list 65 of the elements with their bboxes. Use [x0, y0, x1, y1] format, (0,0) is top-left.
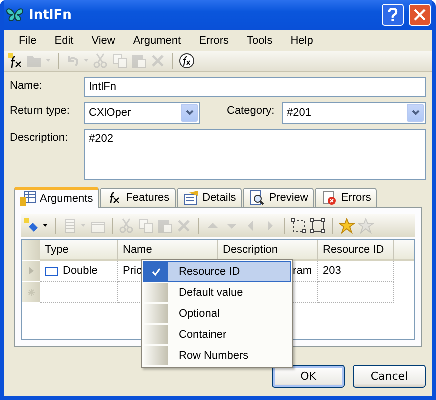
- description-field[interactable]: #202: [84, 129, 426, 180]
- return-type-dropdown[interactable]: CXlOper: [84, 102, 200, 124]
- add-item-icon[interactable]: [24, 218, 40, 234]
- field-label: Description:: [10, 131, 70, 144]
- menu-item[interactable]: Argument: [124, 33, 190, 49]
- dialog-button[interactable]: OK: [272, 365, 345, 388]
- name-field[interactable]: IntlFn: [84, 77, 426, 97]
- magnifier-icon: [249, 190, 266, 206]
- menu-item[interactable]: Errors: [190, 33, 238, 49]
- error-icon: [321, 190, 338, 206]
- dialog-button[interactable]: Cancel: [353, 365, 426, 388]
- tab-label: Details: [202, 192, 236, 204]
- menu-item[interactable]: Edit: [46, 33, 83, 49]
- menu-item[interactable]: Container: [143, 324, 291, 345]
- rectangle-icon: [45, 266, 58, 276]
- header-filler: [394, 240, 414, 261]
- window-title: IntlFn: [29, 8, 73, 22]
- tab[interactable]: Errors: [315, 188, 378, 207]
- field-label: Category:: [226, 104, 276, 117]
- question-icon: [388, 8, 398, 22]
- field-label: Name:: [10, 79, 44, 92]
- butterfly-icon: [6, 7, 24, 23]
- ungroup-icon[interactable]: [310, 218, 326, 234]
- column-header[interactable]: Description: [218, 240, 318, 261]
- menu-item[interactable]: View: [82, 33, 124, 49]
- menu-item[interactable]: Tools: [238, 33, 282, 49]
- menu-item[interactable]: Optional: [143, 303, 291, 324]
- menu-item[interactable]: Resource ID: [143, 261, 291, 282]
- tab[interactable]: Arguments: [14, 187, 100, 208]
- new-function-icon[interactable]: [8, 53, 24, 69]
- menu-item[interactable]: Help: [282, 33, 322, 49]
- details-icon: [182, 190, 199, 206]
- column-header[interactable]: Resource ID: [318, 240, 394, 261]
- cell-text: ram: [293, 265, 312, 277]
- column-header[interactable]: Type: [40, 240, 118, 261]
- chevron-down-icon: [412, 110, 420, 116]
- function-icon[interactable]: [179, 53, 195, 69]
- column-header[interactable]: Name: [118, 240, 218, 261]
- menu-item[interactable]: Default value: [143, 282, 291, 303]
- table-icon: [20, 191, 36, 207]
- tab[interactable]: Details: [176, 188, 242, 207]
- cell-text: 203: [323, 265, 342, 277]
- menu-item[interactable]: Row Numbers: [143, 345, 291, 366]
- group-icon[interactable]: [291, 218, 307, 234]
- tab-label: Arguments: [40, 193, 94, 205]
- help-button[interactable]: [382, 4, 404, 26]
- category-dropdown[interactable]: #201: [282, 102, 426, 124]
- new-row-icon: [28, 288, 34, 296]
- close-icon: [414, 9, 426, 21]
- menu-item[interactable]: File: [10, 33, 46, 49]
- tab-label: Features: [126, 192, 170, 204]
- empty-cell[interactable]: [318, 282, 394, 303]
- field-label: Return type:: [10, 104, 71, 117]
- row-pointer-icon: [28, 267, 34, 275]
- cell-text: Pric: [123, 265, 142, 277]
- row-header[interactable]: [22, 282, 40, 303]
- tab-label: Errors: [341, 192, 372, 204]
- chevron-down-icon: [186, 110, 194, 116]
- close-button[interactable]: [409, 4, 431, 26]
- tab-label: Preview: [269, 192, 308, 204]
- tab[interactable]: Features: [100, 188, 176, 207]
- cell-text: Double: [63, 265, 98, 277]
- star-icon[interactable]: [339, 218, 355, 234]
- row-header[interactable]: [22, 261, 40, 282]
- tab[interactable]: Preview: [243, 188, 314, 207]
